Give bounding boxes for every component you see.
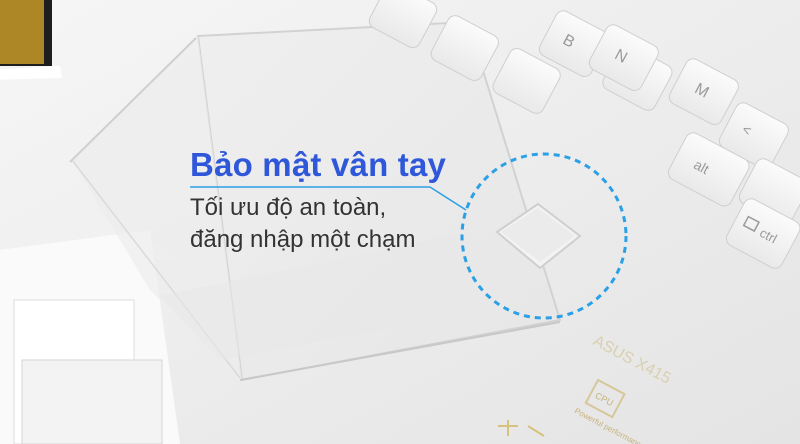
feature-description-line1: Tối ưu độ an toàn,: [190, 194, 387, 221]
feature-title: Bảo mật vân tay: [190, 146, 447, 183]
feature-description: Tối ưu độ an toàn, đăng nhập một chạm: [190, 192, 490, 256]
feature-description-line2: đăng nhập một chạm: [190, 226, 416, 253]
feature-callout: Bảo mật vân tay Tối ưu độ an toàn, đăng …: [190, 146, 490, 256]
